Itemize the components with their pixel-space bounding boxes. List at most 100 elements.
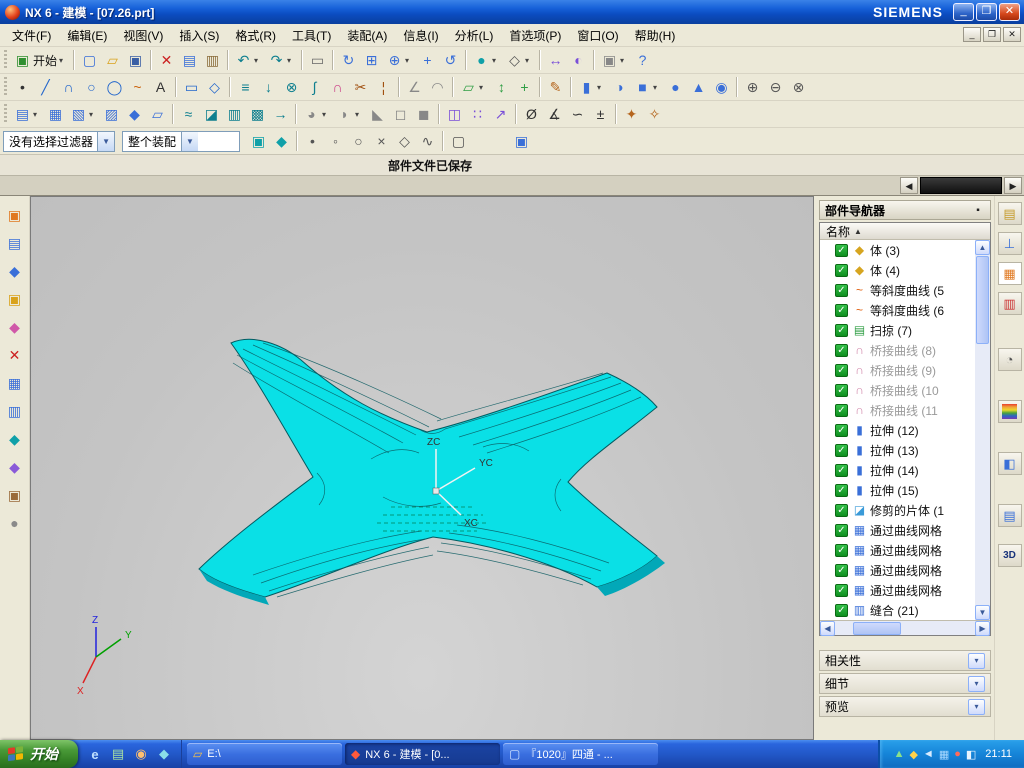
sew-button[interactable]: ▥ (223, 103, 246, 126)
filter-body-button[interactable]: ◆ (270, 130, 293, 153)
measure-button[interactable]: Ø (520, 103, 543, 126)
show-hide-button[interactable]: ◐ (567, 49, 590, 72)
menu-format[interactable]: 格式(R) (227, 24, 284, 47)
snap-midpoint-button[interactable]: ◦ (324, 130, 347, 153)
visibility-checkbox[interactable]: ✓ (835, 523, 848, 537)
visibility-checkbox[interactable]: ✓ (835, 583, 848, 597)
intersection-curve-button[interactable]: ⊗ (280, 76, 303, 99)
navigator-item[interactable]: ✓ ▮ 拉伸 (14) (820, 460, 975, 480)
section-dependencies[interactable]: 相关性 ▾ (819, 650, 991, 671)
polygon-button[interactable]: ◇ (203, 76, 226, 99)
visibility-checkbox[interactable]: ✓ (835, 363, 848, 377)
scale-body-button[interactable]: ↗ (489, 103, 512, 126)
left-tool-2-button[interactable]: ▤ (3, 232, 27, 255)
navigator-item[interactable]: ✓ ∩ 桥接曲线 (8) (820, 340, 975, 360)
graphics-viewport[interactable]: ZC YC XC Z Y X (30, 196, 814, 740)
history-tab[interactable]: ◔ (997, 348, 1022, 371)
navigator-item[interactable]: ✓ ▮ 拉伸 (12) (820, 420, 975, 440)
visibility-checkbox[interactable]: ✓ (835, 343, 848, 357)
chamfer-curve-button[interactable]: ∠ (403, 76, 426, 99)
scrollbar-thumb[interactable] (853, 621, 901, 635)
taskbar-button-nx[interactable]: ◆ NX 6 - 建模 - [0... (345, 743, 500, 765)
layers-tab[interactable]: ▤ (997, 504, 1022, 527)
shaded-button[interactable]: ● ▾ (470, 49, 503, 72)
expand-chevron-icon[interactable]: ▾ (968, 698, 985, 715)
trimmed-sheet-button[interactable]: ◪ (200, 103, 223, 126)
circle-button[interactable]: ○ (80, 76, 103, 99)
datum-csys-button[interactable]: + (513, 76, 536, 99)
move-object-button[interactable]: ↔ (544, 49, 567, 72)
extension-button[interactable]: → (269, 103, 292, 126)
navigator-item[interactable]: ✓ ▤ 扫掠 (7) (820, 320, 975, 340)
unite-button[interactable]: ⊕ (741, 76, 764, 99)
taskbar-button-document[interactable]: ▢ 『1020』四通 - ... (503, 743, 658, 765)
shell-button[interactable]: ◻ (389, 103, 412, 126)
section-curve-button[interactable]: ∫ (303, 76, 326, 99)
internet-explorer-quicklaunch[interactable]: e (86, 745, 104, 763)
navigator-item[interactable]: ✓ ▦ 通过曲线网格 (820, 580, 975, 600)
section-preview[interactable]: 预览 ▾ (819, 696, 991, 717)
intersect-button[interactable]: ⊗ (787, 76, 810, 99)
left-tool-9-button[interactable]: ◆ (3, 428, 27, 451)
visibility-checkbox[interactable]: ✓ (835, 483, 848, 497)
menu-view[interactable]: 视图(V) (115, 24, 171, 47)
part-navigator-tab[interactable]: ▦ (997, 262, 1022, 285)
trim-curve-button[interactable]: ✂ (349, 76, 372, 99)
snap-point-on-curve-button[interactable]: ∿ (416, 130, 439, 153)
n-sided-surface-button[interactable]: ◆ (123, 103, 146, 126)
messenger-quicklaunch[interactable]: ◆ (155, 745, 173, 763)
menu-file[interactable]: 文件(F) (4, 24, 59, 47)
datum-axis-button[interactable]: ↕ (490, 76, 513, 99)
copy-button[interactable]: ▤ (178, 49, 201, 72)
visibility-checkbox[interactable]: ✓ (835, 383, 848, 397)
start-menu-button[interactable]: ▣ 开始 ▾ (11, 49, 70, 72)
line-button[interactable]: ╱ (34, 76, 57, 99)
navigator-item[interactable]: ✓ ◪ 修剪的片体 (1 (820, 500, 975, 520)
cone-button[interactable]: ▲ (687, 76, 710, 99)
section-details[interactable]: 细节 ▾ (819, 673, 991, 694)
maximize-button[interactable]: ❐ (976, 3, 997, 21)
tree-horizontal-scrollbar[interactable]: ◀ ▶ (820, 620, 990, 636)
tray-im-icon[interactable]: ● (954, 748, 961, 760)
start-button[interactable]: 开始 (0, 740, 78, 768)
snap-center-button[interactable]: ○ (347, 130, 370, 153)
point-button[interactable]: • (11, 76, 34, 99)
navigator-item[interactable]: ✓ ∩ 桥接曲线 (11 (820, 400, 975, 420)
visibility-checkbox[interactable]: ✓ (835, 603, 848, 617)
revolve-button[interactable]: ◑ (608, 76, 631, 99)
minimize-button[interactable]: _ (953, 3, 974, 21)
ellipse-button[interactable]: ◯ (103, 76, 126, 99)
rectangle-button[interactable]: ▭ (180, 76, 203, 99)
child-close-button[interactable]: ✕ (1003, 27, 1021, 42)
refresh-button[interactable]: ↻ (337, 49, 360, 72)
patch-button[interactable]: ▩ (246, 103, 269, 126)
fillet-curve-button[interactable]: ◠ (426, 76, 449, 99)
navigator-item[interactable]: ✓ ▮ 拉伸 (13) (820, 440, 975, 460)
scroll-right-button[interactable]: ▶ (975, 620, 990, 636)
visibility-checkbox[interactable]: ✓ (835, 283, 848, 297)
snap-endpoint-button[interactable]: • (301, 130, 324, 153)
cut-button[interactable]: ✕ (155, 49, 178, 72)
filter-face-button[interactable]: ▣ (247, 130, 270, 153)
angle-analysis-button[interactable]: ∡ (543, 103, 566, 126)
constraint-navigator-tab[interactable]: ⊥ (997, 232, 1022, 255)
divide-curve-button[interactable]: ¦ (372, 76, 395, 99)
subtract-button[interactable]: ⊖ (764, 76, 787, 99)
project-curve-button[interactable]: ↓ (257, 76, 280, 99)
deviation-button[interactable]: ± (589, 103, 612, 126)
datum-plane-button[interactable]: ▱ ▾ (457, 76, 490, 99)
swept-button[interactable]: ▧ ▾ (67, 103, 100, 126)
offset-curve-button[interactable]: ≡ (234, 76, 257, 99)
open-button[interactable]: ▱ (101, 49, 124, 72)
scroll-left-button[interactable]: ◀ (900, 177, 918, 194)
edge-blend-button[interactable]: ◗ ▾ (333, 103, 366, 126)
tray-antivirus-icon[interactable]: ▲ (894, 748, 905, 760)
selection-scope-combo[interactable]: 整个装配 ▼ (122, 130, 240, 152)
menu-edit[interactable]: 编辑(E) (59, 24, 115, 47)
expand-chevron-icon[interactable]: ▾ (968, 652, 985, 669)
face-blend-button[interactable]: ◕ ▾ (300, 103, 333, 126)
visibility-checkbox[interactable]: ✓ (835, 563, 848, 577)
save-button[interactable]: ▣ (124, 49, 147, 72)
bridge-curve-button[interactable]: ∩ (326, 76, 349, 99)
bounded-plane-button[interactable]: ▱ (146, 103, 169, 126)
